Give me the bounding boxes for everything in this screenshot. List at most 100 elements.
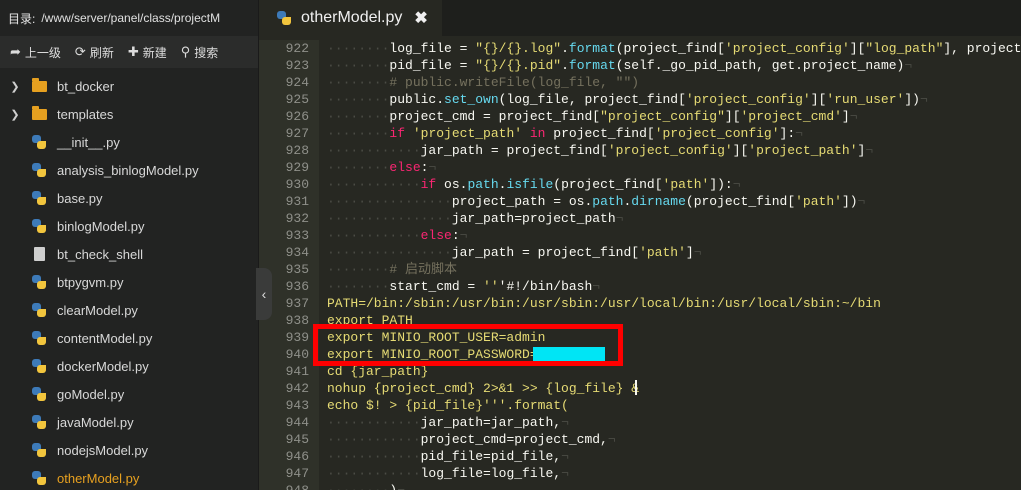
file-item[interactable]: clearModel.py	[0, 296, 258, 324]
code-line[interactable]: 948 ········)¬	[259, 482, 1021, 490]
code-line[interactable]: 924 ········# public.writeFile(log_file, …	[259, 74, 1021, 91]
code-line[interactable]: 941 cd {jar_path}	[259, 363, 1021, 380]
file-item[interactable]: btpygvm.py	[0, 268, 258, 296]
line-number: 940	[285, 347, 309, 362]
code-text: ············pid_file=pid_file,¬	[327, 449, 569, 464]
python-file-icon	[30, 191, 48, 205]
python-file-icon	[30, 163, 48, 177]
python-file-icon	[277, 11, 291, 25]
python-file-icon	[30, 387, 48, 401]
code-line[interactable]: 935 ········# 启动脚本	[259, 261, 1021, 278]
code-text: ········# 启动脚本	[327, 262, 458, 277]
code-line[interactable]: 930 ············if os.path.isfile(project…	[259, 176, 1021, 193]
refresh-icon: ⟳	[74, 44, 86, 59]
file-name: bt_docker	[57, 78, 115, 94]
python-file-icon	[30, 359, 48, 373]
code-line[interactable]: 943 echo $! > {pid_file}'''.format(	[259, 397, 1021, 414]
line-number: 923	[285, 58, 309, 73]
editor-tab-bar: otherModel.py ✖	[259, 0, 1021, 36]
file-name: otherModel.py	[57, 470, 140, 486]
code-line[interactable]: 933 ············else:¬	[259, 227, 1021, 244]
code-text: ········else:¬	[327, 160, 437, 175]
code-line[interactable]: 923 ········pid_file = "{}/{}.pid".format…	[259, 57, 1021, 74]
python-file-icon	[30, 303, 48, 317]
line-number: 943	[285, 398, 309, 413]
code-line[interactable]: 937 PATH=/bin:/sbin:/usr/bin:/usr/sbin:/u…	[259, 295, 1021, 312]
search-button[interactable]: ⚲ 搜索	[181, 44, 219, 61]
code-line[interactable]: 944 ············jar_path=jar_path,¬	[259, 414, 1021, 431]
code-text: PATH=/bin:/sbin:/usr/bin:/usr/sbin:/usr/…	[327, 296, 881, 311]
refresh-button[interactable]: ⟳ 刷新	[75, 44, 114, 61]
code-editor: otherModel.py ✖ 922 ········log_file = "{…	[259, 0, 1021, 490]
code-text: nohup {project_cmd} 2>&1 >> {log_file} &	[327, 381, 640, 396]
code-line[interactable]: 922 ········log_file = "{}/{}.log".format…	[259, 40, 1021, 57]
folder-icon	[30, 105, 48, 121]
code-line[interactable]: 936 ········start_cmd = '''#!/bin/bash¬	[259, 278, 1021, 295]
code-area[interactable]: 922 ········log_file = "{}/{}.log".format…	[259, 40, 1021, 490]
file-item[interactable]: javaModel.py	[0, 408, 258, 436]
folder-item[interactable]: ❯ templates	[0, 100, 258, 128]
up-level-button[interactable]: ➦ 上一级	[10, 44, 61, 61]
line-number: 947	[285, 466, 309, 481]
file-name: base.py	[57, 190, 103, 206]
code-line[interactable]: 942 nohup {project_cmd} 2>&1 >> {log_file…	[259, 380, 1021, 397]
code-text: export MINIO_ROOT_USER=admin	[327, 330, 546, 345]
line-number: 926	[285, 109, 309, 124]
code-line[interactable]: 934 ················jar_path = project_fi…	[259, 244, 1021, 261]
file-item[interactable]: otherModel.py	[0, 464, 258, 490]
text-cursor	[635, 380, 637, 395]
chevron-right-icon: ❯	[10, 80, 20, 93]
folder-item[interactable]: ❯ bt_docker	[0, 72, 258, 100]
tab-othermodel[interactable]: otherModel.py ✖	[259, 0, 442, 36]
file-item[interactable]: nodejsModel.py	[0, 436, 258, 464]
python-file-icon	[30, 443, 48, 457]
line-number: 941	[285, 364, 309, 379]
directory-bar: 目录: /www/server/panel/class/projectM	[0, 0, 258, 36]
code-line[interactable]: 932 ················jar_path=project_path…	[259, 210, 1021, 227]
code-line[interactable]: 927 ········if 'project_path' in project_…	[259, 125, 1021, 142]
file-item[interactable]: bt_check_shell	[0, 240, 258, 268]
new-button[interactable]: ✚ 新建	[128, 44, 167, 61]
file-name: btpygvm.py	[57, 274, 124, 290]
file-item[interactable]: dockerModel.py	[0, 352, 258, 380]
file-item[interactable]: goModel.py	[0, 380, 258, 408]
new-label: 新建	[142, 45, 167, 60]
code-text: ········public.set_own(log_file, project…	[327, 92, 928, 107]
code-line[interactable]: 928 ············jar_path = project_find['…	[259, 142, 1021, 159]
code-text: ········)¬	[327, 482, 405, 490]
code-line[interactable]: 929 ········else:¬	[259, 159, 1021, 176]
code-text: ············jar_path=jar_path,¬	[327, 415, 569, 430]
file-item[interactable]: contentModel.py	[0, 324, 258, 352]
code-text: ············project_cmd=project_cmd,¬	[327, 432, 616, 447]
code-text: ················project_path = os.path.d…	[327, 194, 866, 209]
code-text: ········pid_file = "{}/{}.pid".format(se…	[327, 58, 913, 73]
tab-label: otherModel.py	[301, 9, 403, 26]
code-line[interactable]: 925 ········public.set_own(log_file, proj…	[259, 91, 1021, 108]
code-line[interactable]: 938 export PATH	[259, 312, 1021, 329]
code-line[interactable]: 947 ············log_file=log_file,¬	[259, 465, 1021, 482]
line-number: 939	[285, 330, 309, 345]
code-text: cd {jar_path}	[327, 364, 429, 379]
file-item[interactable]: base.py	[0, 184, 258, 212]
code-line[interactable]: 926 ········project_cmd = project_find["p…	[259, 108, 1021, 125]
code-line[interactable]: 940 export MINIO_ROOT_PASSWORD=	[259, 346, 1021, 363]
directory-path[interactable]: /www/server/panel/class/projectM	[41, 11, 220, 25]
file-item[interactable]: analysis_binlogModel.py	[0, 156, 258, 184]
collapse-sidebar-handle[interactable]: ‹	[256, 268, 272, 320]
file-item[interactable]: __init__.py	[0, 128, 258, 156]
code-text: ········project_cmd = project_find["proj…	[327, 109, 858, 124]
file-item[interactable]: binlogModel.py	[0, 212, 258, 240]
file-name: templates	[57, 106, 114, 122]
close-icon[interactable]: ✖	[414, 8, 427, 28]
code-line[interactable]: 939 export MINIO_ROOT_USER=admin	[259, 329, 1021, 346]
python-file-icon	[30, 219, 48, 233]
file-name: binlogModel.py	[57, 218, 145, 234]
code-line[interactable]: 945 ············project_cmd=project_cmd,¬	[259, 431, 1021, 448]
code-text: ········# public.writeFile(log_file, "")	[327, 75, 640, 90]
code-text: echo $! > {pid_file}'''.format(	[327, 398, 569, 413]
code-line[interactable]: 931 ················project_path = os.pat…	[259, 193, 1021, 210]
code-line[interactable]: 946 ············pid_file=pid_file,¬	[259, 448, 1021, 465]
python-file-icon	[30, 415, 48, 429]
file-sidebar: 目录: /www/server/panel/class/projectM ➦ 上一…	[0, 0, 259, 490]
line-number: 928	[285, 143, 309, 158]
